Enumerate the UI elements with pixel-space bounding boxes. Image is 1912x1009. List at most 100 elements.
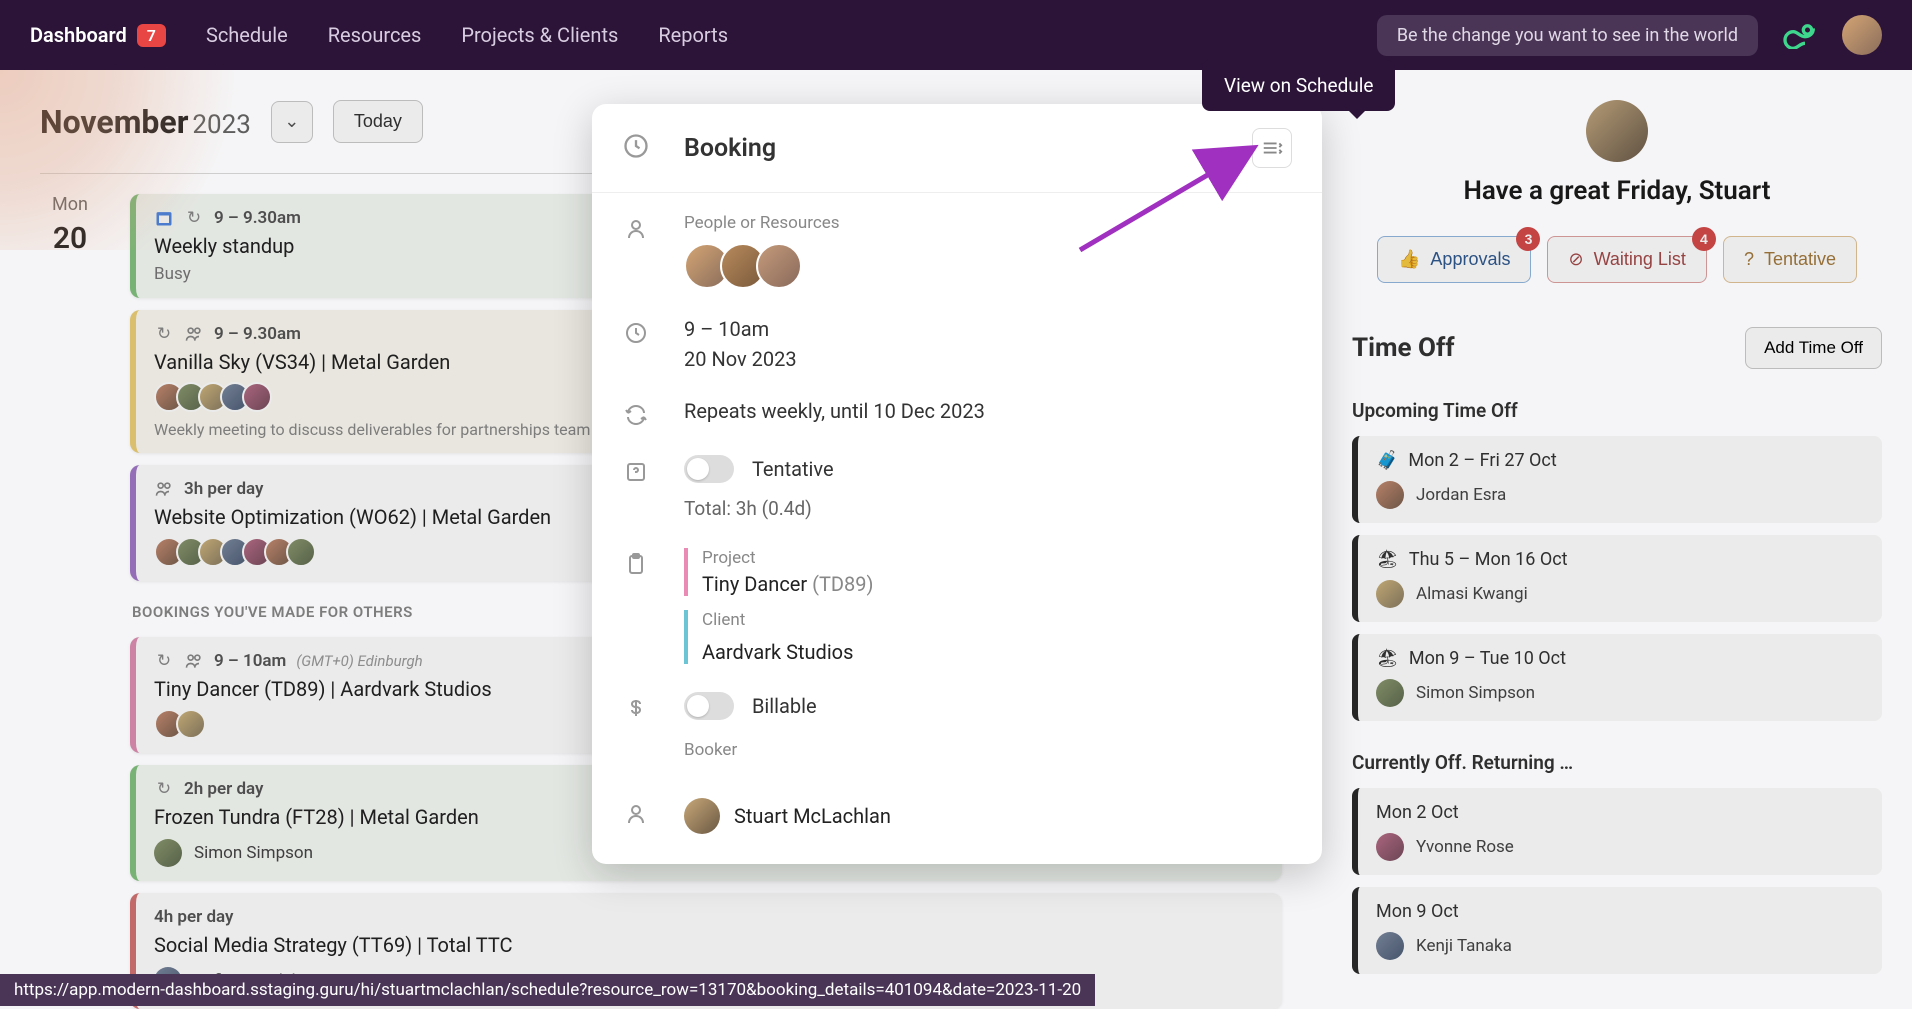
modal-avatars xyxy=(684,243,1292,289)
upcoming-label: Upcoming Time Off xyxy=(1352,399,1882,422)
view-schedule-tooltip: View on Schedule xyxy=(1202,60,1395,111)
clock-icon xyxy=(622,317,650,345)
people-icon xyxy=(184,324,204,344)
total-text: Total: 3h (0.4d) xyxy=(684,497,1292,520)
billable-label: Billable xyxy=(752,694,817,718)
today-button[interactable]: Today xyxy=(333,100,423,143)
timeoff-card[interactable]: 🏖 Mon 9 – Tue 10 Oct Simon Simpson xyxy=(1352,634,1882,721)
thumbs-up-icon: 👍 xyxy=(1398,249,1420,270)
card-person-name: Simon Simpson xyxy=(194,843,313,863)
person-avatar xyxy=(154,839,182,867)
timeoff-range: Mon 2 – Fri 27 Oct xyxy=(1408,450,1556,471)
view-schedule-button[interactable] xyxy=(1252,128,1292,168)
timeoff-person-name: Almasi Kwangi xyxy=(1416,584,1528,604)
timeoff-person-name: Yvonne Rose xyxy=(1416,837,1514,857)
waiting-list-button[interactable]: ⊘ Waiting List 4 xyxy=(1547,236,1706,283)
chevron-down-icon: ⌄ xyxy=(284,111,299,132)
modal-tentative-row: Tentative Total: 3h (0.4d) xyxy=(622,455,1292,520)
nav-label: Dashboard xyxy=(30,23,127,47)
nav-dashboard[interactable]: Dashboard 7 xyxy=(30,23,166,47)
booking-modal: Booking People or Resources xyxy=(592,104,1322,864)
modal-booker: Stuart McLachlan xyxy=(684,798,1292,834)
modal-repeat-row: Repeats weekly, until 10 Dec 2023 xyxy=(622,399,1292,427)
timeoff-person-name: Kenji Tanaka xyxy=(1416,936,1512,956)
luggage-icon: 🧳 xyxy=(1376,450,1398,471)
action-badge: 4 xyxy=(1692,227,1716,251)
person-icon xyxy=(622,213,650,241)
day-dow: Mon xyxy=(40,194,100,215)
modal-repeat: Repeats weekly, until 10 Dec 2023 xyxy=(684,399,1292,423)
project-code: (TD89) xyxy=(812,572,873,596)
action-label: Waiting List xyxy=(1594,249,1686,270)
card-time: 9 – 10am xyxy=(214,651,286,671)
profile-avatar[interactable] xyxy=(1586,100,1648,162)
question-icon: ? xyxy=(1744,249,1754,270)
greeting-block: Have a great Friday, Stuart xyxy=(1352,100,1882,206)
modal-body: People or Resources 9 – 10am 20 Nov 2023 xyxy=(592,193,1322,864)
tentative-label: Tentative xyxy=(752,457,834,481)
person-avatar xyxy=(1376,481,1404,509)
booker-name: Stuart McLachlan xyxy=(734,804,891,828)
card-time: 2h per day xyxy=(184,779,264,799)
nav-schedule[interactable]: Schedule xyxy=(206,23,288,47)
user-avatar[interactable] xyxy=(1842,15,1882,55)
timeoff-range: Thu 5 – Mon 16 Oct xyxy=(1409,549,1568,570)
person-avatar xyxy=(1376,679,1404,707)
repeat-icon: ↻ xyxy=(154,651,174,671)
action-buttons: 👍 Approvals 3 ⊘ Waiting List 4 ? Tentati… xyxy=(1352,236,1882,283)
card-timezone: (GMT+0) Edinburgh xyxy=(296,652,422,670)
calendar-icon xyxy=(154,208,174,228)
modal-booker-row: Stuart McLachlan xyxy=(622,798,1292,834)
status-bar: https://app.modern-dashboard.sstaging.gu… xyxy=(0,974,1095,1006)
timeoff-person: Almasi Kwangi xyxy=(1376,580,1864,608)
timeoff-card[interactable]: 🏖 Thu 5 – Mon 16 Oct Almasi Kwangi xyxy=(1352,535,1882,622)
modal-time-block: 9 – 10am 20 Nov 2023 xyxy=(684,317,1292,371)
people-icon xyxy=(154,479,174,499)
client-name: Aardvark Studios xyxy=(702,640,1292,664)
nav-reports[interactable]: Reports xyxy=(658,23,728,47)
nav-right: Be the change you want to see in the wor… xyxy=(1377,13,1882,57)
timeoff-title: Time Off xyxy=(1352,333,1455,363)
people-label: People or Resources xyxy=(684,213,1292,233)
top-nav: Dashboard 7 Schedule Resources Projects … xyxy=(0,0,1912,70)
card-time: 3h per day xyxy=(184,479,264,499)
alert-icon: ⊘ xyxy=(1568,249,1583,270)
modal-time-row: 9 – 10am 20 Nov 2023 xyxy=(622,317,1292,371)
modal-time: 9 – 10am xyxy=(684,317,1292,341)
timeoff-section: Time Off Add Time Off Upcoming Time Off … xyxy=(1352,327,1882,974)
infinity-icon[interactable] xyxy=(1778,13,1822,57)
timeoff-person: Yvonne Rose xyxy=(1376,833,1864,861)
dollar-icon xyxy=(622,692,650,720)
timeoff-range: Mon 9 Oct xyxy=(1376,901,1459,922)
add-timeoff-button[interactable]: Add Time Off xyxy=(1745,327,1882,369)
modal-project-row: Project Tiny Dancer (TD89) Client Aardva… xyxy=(622,548,1292,664)
modal-billable: Billable Booker xyxy=(684,692,1292,770)
card-meta: 4h per day xyxy=(154,907,1264,927)
timeoff-card[interactable]: 🧳 Mon 2 – Fri 27 Oct Jordan Esra xyxy=(1352,436,1882,523)
timeoff-person: Jordan Esra xyxy=(1376,481,1864,509)
timeoff-card[interactable]: Mon 9 Oct Kenji Tanaka xyxy=(1352,887,1882,974)
booker-avatar xyxy=(684,798,720,834)
nav-badge: 7 xyxy=(137,24,166,47)
timeoff-card[interactable]: Mon 2 Oct Yvonne Rose xyxy=(1352,788,1882,875)
project-name: Tiny Dancer (TD89) xyxy=(702,572,1292,596)
month-dropdown-button[interactable]: ⌄ xyxy=(271,101,313,143)
project-label: Project xyxy=(702,548,1292,568)
repeat-icon xyxy=(622,399,650,427)
person-icon xyxy=(622,798,650,826)
card-time: 4h per day xyxy=(154,907,234,927)
person-avatar xyxy=(1376,932,1404,960)
timeoff-person-name: Simon Simpson xyxy=(1416,683,1535,703)
nav-projects[interactable]: Projects & Clients xyxy=(461,23,618,47)
client-label: Client xyxy=(702,610,1292,630)
approvals-button[interactable]: 👍 Approvals 3 xyxy=(1377,236,1531,283)
card-time: 9 – 9.30am xyxy=(214,324,301,344)
tentative-button[interactable]: ? Tentative xyxy=(1723,236,1857,283)
people-icon xyxy=(184,651,204,671)
resource-avatar[interactable] xyxy=(756,243,802,289)
billable-toggle[interactable] xyxy=(684,692,734,720)
card-title: Social Media Strategy (TT69) | Total TTC xyxy=(154,933,1264,957)
nav-resources[interactable]: Resources xyxy=(328,23,422,47)
tentative-toggle[interactable] xyxy=(684,455,734,483)
person-avatar xyxy=(286,537,316,567)
